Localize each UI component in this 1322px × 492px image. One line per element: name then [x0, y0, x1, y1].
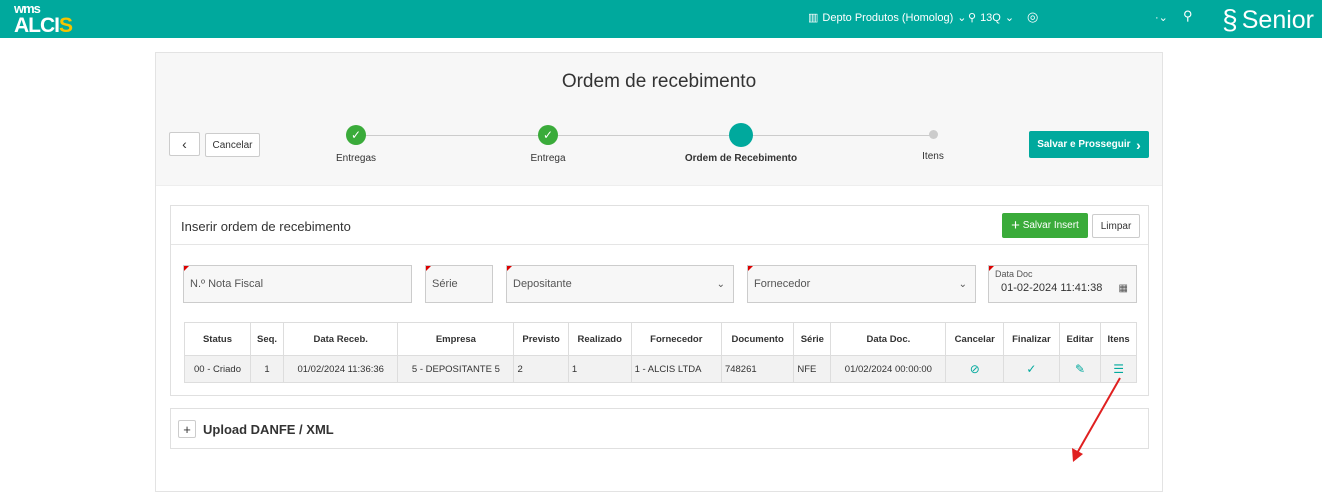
annotation-arrow	[1072, 377, 1121, 462]
